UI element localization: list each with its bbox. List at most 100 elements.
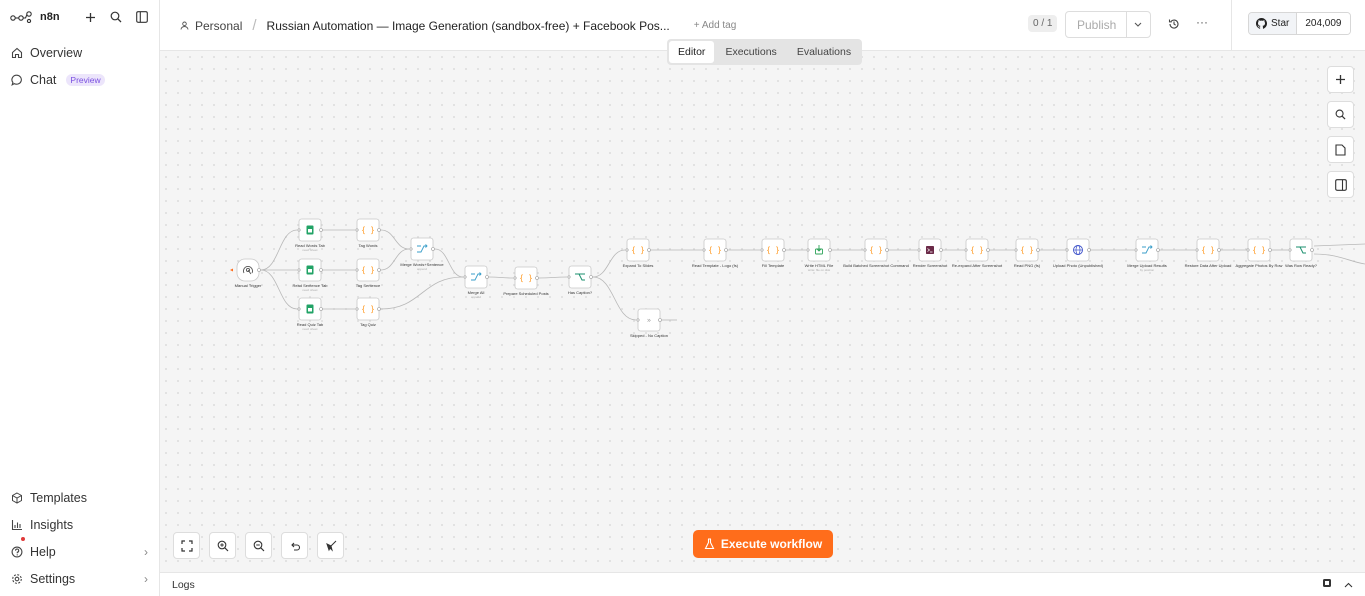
workflow-node-rqt[interactable]: Read Quiz Tabread: sheet xyxy=(297,297,324,331)
workflow-node-whtml[interactable]: Write HTML Filewrite: file on disk xyxy=(805,238,834,272)
workflow-node-rtl[interactable]: { } Read Template - Logo (fs) xyxy=(692,238,739,268)
output-handle[interactable] xyxy=(485,275,489,279)
output-handle[interactable] xyxy=(319,307,323,311)
output-handle[interactable] xyxy=(828,248,832,252)
input-handle[interactable] xyxy=(863,248,867,252)
sidebar-item-templates[interactable]: Templates xyxy=(0,484,159,511)
tidy-up-button[interactable] xyxy=(317,532,344,559)
input-handle[interactable] xyxy=(297,307,301,311)
chevron-up-icon[interactable] xyxy=(1344,579,1353,591)
history-icon[interactable] xyxy=(1168,17,1180,35)
output-handle[interactable] xyxy=(377,268,381,272)
workflow-node-hcap[interactable]: Has Caption? xyxy=(567,265,593,295)
input-handle[interactable] xyxy=(1134,248,1138,252)
workflow-node-mws[interactable]: Merge Words+Sentenceappend xyxy=(400,237,444,271)
output-handle[interactable] xyxy=(377,307,381,311)
connection-line[interactable] xyxy=(380,276,464,310)
output-handle[interactable] xyxy=(319,228,323,232)
output-handle[interactable] xyxy=(1217,248,1221,252)
output-handle[interactable] xyxy=(986,248,990,252)
project-link[interactable]: Personal xyxy=(195,19,242,33)
workflow-node-mur[interactable]: Merge Upload Resultsby position xyxy=(1127,238,1167,272)
input-handle[interactable] xyxy=(409,247,413,251)
output-handle[interactable] xyxy=(1268,248,1272,252)
workflow-node-psp[interactable]: { } Prepare Scheduled Posts xyxy=(503,266,549,296)
connection-line[interactable] xyxy=(488,276,514,279)
input-handle[interactable] xyxy=(625,248,629,252)
workflow-node-wrr[interactable]: Was Row Ready? xyxy=(1285,238,1318,268)
input-handle[interactable] xyxy=(355,307,359,311)
input-handle[interactable] xyxy=(513,276,517,280)
output-handle[interactable] xyxy=(939,248,943,252)
sidebar-item-chat[interactable]: Chat Preview xyxy=(0,66,159,93)
input-handle[interactable] xyxy=(1014,248,1018,252)
execute-workflow-button[interactable]: Execute workflow xyxy=(693,530,833,558)
input-handle[interactable] xyxy=(297,268,301,272)
workflow-title[interactable]: Russian Automation — Image Generation (s… xyxy=(267,19,670,33)
zoom-out-button[interactable] xyxy=(245,532,272,559)
search-icon[interactable] xyxy=(109,10,123,24)
github-star-widget[interactable]: Star 204,009 xyxy=(1248,12,1351,35)
connection-line[interactable] xyxy=(538,276,568,279)
publish-button[interactable]: Publish xyxy=(1065,11,1151,38)
output-handle[interactable] xyxy=(319,268,323,272)
output-handle[interactable] xyxy=(257,268,261,272)
workflow-node-reexp[interactable]: { } Re-expand After Screenshot xyxy=(952,238,1003,268)
logs-panel-bar[interactable]: Logs xyxy=(160,572,1365,596)
input-handle[interactable] xyxy=(1288,248,1292,252)
input-handle[interactable] xyxy=(702,248,706,252)
input-handle[interactable] xyxy=(1195,248,1199,252)
output-handle[interactable] xyxy=(1036,248,1040,252)
toggle-panel-button[interactable] xyxy=(1327,171,1354,198)
workflow-node-skip[interactable]: » Skipped - No Caption xyxy=(630,308,668,338)
input-handle[interactable] xyxy=(463,275,467,279)
workflow-node-manual[interactable]: Manual Trigger xyxy=(230,258,262,288)
input-handle[interactable] xyxy=(806,248,810,252)
output-handle[interactable] xyxy=(1087,248,1091,252)
workflow-node-rscr[interactable]: Render Screenshot xyxy=(913,238,948,268)
zoom-in-button[interactable] xyxy=(209,532,236,559)
output-handle[interactable] xyxy=(782,248,786,252)
output-handle[interactable] xyxy=(885,248,889,252)
connection-line[interactable] xyxy=(260,269,298,310)
n8n-logo[interactable]: n8n xyxy=(10,11,60,23)
output-handle[interactable] xyxy=(431,247,435,251)
search-nodes-button[interactable] xyxy=(1327,101,1354,128)
input-handle[interactable] xyxy=(567,275,571,279)
plus-icon[interactable] xyxy=(83,10,97,24)
tab-executions[interactable]: Executions xyxy=(716,41,785,63)
workflow-canvas[interactable]: Manual Trigger Read Words Tab read: sheet R… xyxy=(160,51,1365,572)
input-handle[interactable] xyxy=(1065,248,1069,252)
sidebar-item-overview[interactable]: Overview xyxy=(0,39,159,66)
workflow-node-ts[interactable]: { } Tag Sentence xyxy=(355,258,381,288)
sticky-note-button[interactable] xyxy=(1327,136,1354,163)
input-handle[interactable] xyxy=(355,228,359,232)
chevron-down-icon[interactable] xyxy=(1125,12,1150,37)
tab-evaluations[interactable]: Evaluations xyxy=(788,41,860,63)
workflow-node-rst[interactable]: Read Sentence Tabread: sheet xyxy=(292,258,328,292)
output-handle[interactable] xyxy=(377,228,381,232)
input-handle[interactable] xyxy=(917,248,921,252)
workflow-node-tw[interactable]: { } Tag Words xyxy=(355,218,381,248)
output-handle[interactable] xyxy=(535,276,539,280)
tab-editor[interactable]: Editor xyxy=(669,41,715,63)
workflow-node-upl[interactable]: Upload Photo (Unpublished) xyxy=(1053,238,1104,268)
connection-line[interactable] xyxy=(592,249,626,278)
workflow-node-fill[interactable]: { } Fill Template xyxy=(760,238,786,268)
output-handle[interactable] xyxy=(647,248,651,252)
input-handle[interactable] xyxy=(297,228,301,232)
input-handle[interactable] xyxy=(355,268,359,272)
workflow-node-bssc[interactable]: { } Build Batched Screenshot Command xyxy=(843,238,909,268)
input-handle[interactable] xyxy=(760,248,764,252)
sidebar-item-insights[interactable]: Insights xyxy=(0,511,159,538)
connection-line[interactable] xyxy=(380,229,410,250)
output-handle[interactable] xyxy=(658,318,662,322)
fit-view-button[interactable] xyxy=(173,532,200,559)
undo-button[interactable] xyxy=(281,532,308,559)
workflow-node-expand[interactable]: { } Expand To Slides xyxy=(623,238,654,268)
sidebar-toggle-icon[interactable] xyxy=(135,10,149,24)
output-handle[interactable] xyxy=(1156,248,1160,252)
input-handle[interactable] xyxy=(636,318,640,322)
connection-line[interactable] xyxy=(260,229,298,271)
more-options-icon[interactable]: ··· xyxy=(1196,15,1208,29)
